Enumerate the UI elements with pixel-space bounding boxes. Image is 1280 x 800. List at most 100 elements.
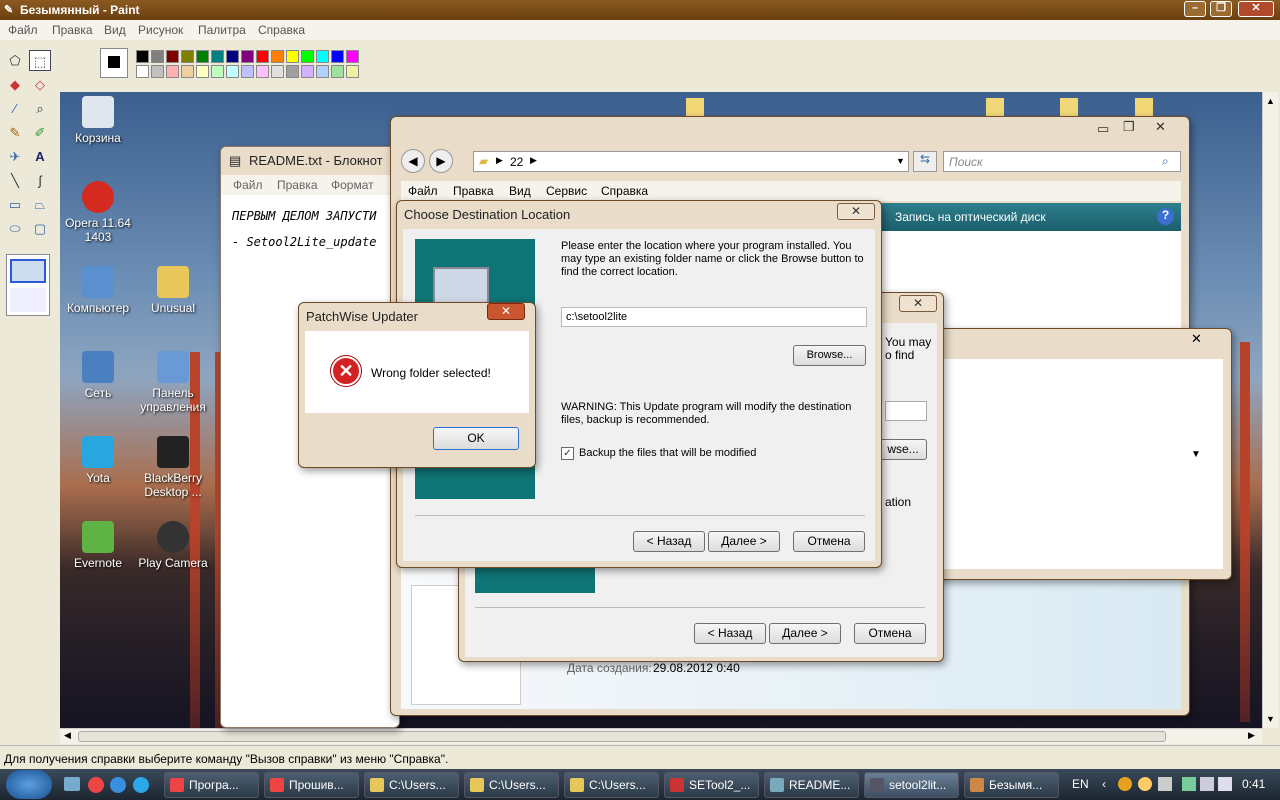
palette-swatch[interactable] [241, 50, 254, 63]
palette-swatch[interactable] [271, 65, 284, 78]
taskbar-item[interactable]: README... [764, 772, 859, 798]
tray-expand-icon[interactable]: ‹ [1102, 777, 1106, 791]
start-button[interactable] [6, 770, 52, 799]
destination-path-field[interactable]: c:\setool2lite [561, 307, 867, 327]
magnifier-tool-icon[interactable]: ⌕ [29, 98, 51, 119]
ok-button[interactable]: OK [433, 427, 519, 450]
palette-swatch[interactable] [166, 65, 179, 78]
scroll-left-arrow-icon[interactable]: ◀ [64, 730, 71, 741]
palette-swatch[interactable] [196, 50, 209, 63]
explorer-close-button[interactable]: ✕ [1155, 119, 1166, 135]
palette-swatch[interactable] [211, 50, 224, 63]
palette-swatch[interactable] [316, 50, 329, 63]
palette-swatch[interactable] [196, 65, 209, 78]
palette-swatch[interactable] [181, 65, 194, 78]
clock[interactable]: 0:41 [1242, 777, 1265, 791]
current-colors[interactable] [100, 48, 128, 78]
explorer-menu-view[interactable]: Вид [509, 184, 531, 198]
tray-app-icon[interactable] [1138, 777, 1152, 791]
volume-icon[interactable] [1218, 777, 1232, 791]
ellipse-tool-icon[interactable]: ⬭ [4, 218, 26, 239]
next-button[interactable]: Далее > [708, 531, 780, 552]
palette-swatch[interactable] [181, 50, 194, 63]
back-installer-back-button[interactable]: < Назад [694, 623, 766, 644]
polygon-tool-icon[interactable]: ⏢ [29, 194, 51, 215]
notepad-text-line-2[interactable]: - Setool2Lite_update [232, 235, 377, 249]
browse-button[interactable]: Browse... [793, 345, 866, 366]
explorer-minimize-button[interactable]: ▭ [1097, 121, 1109, 137]
transparent-option-icon[interactable] [10, 288, 46, 312]
tray-app-icon[interactable] [1118, 777, 1132, 791]
address-path-item[interactable]: 22 [510, 155, 523, 169]
foreground-color[interactable] [107, 55, 121, 69]
taskbar-item[interactable]: setool2lit... [864, 772, 959, 798]
taskbar-item[interactable]: C:\Users... [464, 772, 559, 798]
desktop-icon-yota[interactable]: Yota [58, 436, 138, 485]
palette-swatch[interactable] [226, 50, 239, 63]
palette-swatch[interactable] [136, 50, 149, 63]
notepad-menu-file[interactable]: Файл [233, 178, 263, 192]
vertical-scrollbar[interactable]: ▲ ▼ [1262, 92, 1278, 728]
desktop-icon-recycle-bin[interactable]: Корзина [58, 96, 138, 145]
back-arrow-icon[interactable]: ◀ [401, 149, 425, 173]
maximize-button[interactable]: ❐ [1210, 1, 1232, 17]
menu-palette[interactable]: Палитра [198, 23, 246, 37]
pencil-tool-icon[interactable]: ✎ [4, 122, 26, 143]
scroll-right-arrow-icon[interactable]: ▶ [1248, 730, 1255, 741]
notepad-text-line-1[interactable]: ПЕРВЫМ ДЕЛОМ ЗАПУСТИ [232, 209, 377, 223]
palette-swatch[interactable] [301, 65, 314, 78]
desktop-icon-computer[interactable]: Компьютер [58, 266, 138, 315]
airbrush-tool-icon[interactable]: ✈ [4, 146, 26, 167]
choose-destination-close-button[interactable]: ✕ [837, 203, 875, 220]
palette-swatch[interactable] [136, 65, 149, 78]
palette-swatch[interactable] [271, 50, 284, 63]
explorer-menu-tools[interactable]: Сервис [546, 184, 587, 198]
palette-swatch[interactable] [256, 50, 269, 63]
palette-swatch[interactable] [346, 65, 359, 78]
explorer-menu-file[interactable]: Файл [408, 184, 438, 198]
search-icon[interactable]: ⌕ [1162, 154, 1169, 169]
line-tool-icon[interactable]: ╲ [4, 170, 26, 191]
tray-app-icon[interactable] [1158, 777, 1172, 791]
taskbar-item[interactable]: C:\Users... [564, 772, 659, 798]
forward-arrow-icon[interactable]: ▶ [429, 149, 453, 173]
cancel-button[interactable]: Отмена [793, 531, 865, 552]
chevron-down-icon[interactable]: ▼ [1191, 449, 1201, 460]
menu-help[interactable]: Справка [258, 23, 305, 37]
back-installer-cancel-button[interactable]: Отмена [854, 623, 926, 644]
horizontal-scrollbar[interactable]: ◀ ▶ [60, 728, 1262, 744]
error-alert-close-button[interactable]: ✕ [487, 303, 525, 320]
palette-swatch[interactable] [241, 65, 254, 78]
palette-swatch[interactable] [301, 50, 314, 63]
taskbar-item[interactable]: Прошив... [264, 772, 359, 798]
palette-swatch[interactable] [151, 65, 164, 78]
palette-swatch[interactable] [346, 50, 359, 63]
back-button[interactable]: < Назад [633, 531, 705, 552]
scroll-up-arrow-icon[interactable]: ▲ [1266, 96, 1275, 106]
scroll-thumb[interactable] [78, 731, 1166, 742]
desktop-icon-control-panel[interactable]: Панель управления [133, 351, 213, 414]
text-tool-icon[interactable]: A [29, 146, 51, 167]
palette-swatch[interactable] [256, 65, 269, 78]
brush-tool-icon[interactable]: ✐ [29, 122, 51, 143]
address-bar[interactable]: ▰ ▶ 22 ▶ ▼ [473, 151, 909, 172]
curve-tool-icon[interactable]: ∫ [29, 170, 51, 191]
chevron-down-icon[interactable]: ▼ [896, 156, 905, 166]
taskbar-item[interactable]: Безымя... [964, 772, 1059, 798]
show-desktop-icon[interactable] [64, 777, 80, 791]
back-installer-browse-button[interactable]: wse... [879, 439, 927, 460]
desktop-icon-network[interactable]: Сеть [58, 351, 138, 400]
error-alert-dialog[interactable]: PatchWise Updater ✕ ✕ Wrong folder selec… [298, 302, 536, 468]
taskbar-item[interactable]: Програ... [164, 772, 259, 798]
menu-image[interactable]: Рисунок [138, 23, 183, 37]
notepad-menu-format[interactable]: Формат [331, 178, 374, 192]
palette-swatch[interactable] [331, 65, 344, 78]
close-button[interactable]: ✕ [1238, 1, 1274, 17]
palette-swatch[interactable] [331, 50, 344, 63]
explorer-menu-help[interactable]: Справка [601, 184, 648, 198]
free-select-tool-icon[interactable]: ⬠ [4, 50, 26, 71]
chrome-icon[interactable] [88, 777, 104, 793]
eyedropper-tool-icon[interactable]: ⁄ [4, 98, 26, 119]
desktop-icon-unusual[interactable]: Unusual [133, 266, 213, 315]
close-icon[interactable]: ✕ [1191, 331, 1202, 347]
